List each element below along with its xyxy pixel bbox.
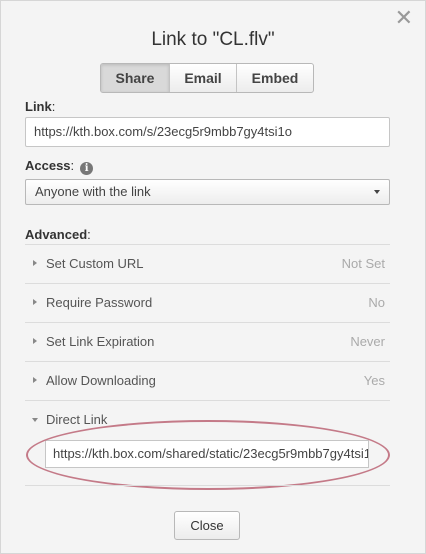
advanced-row-require-password[interactable]: Require Password No xyxy=(25,283,390,322)
row-value: Not Set xyxy=(341,256,385,271)
row-label: Allow Downloading xyxy=(46,373,156,388)
advanced-row-link-expiration[interactable]: Set Link Expiration Never xyxy=(25,322,390,361)
row-label: Require Password xyxy=(46,295,153,310)
advanced-row-custom-url[interactable]: Set Custom URL Not Set xyxy=(25,244,390,283)
tab-share[interactable]: Share xyxy=(101,64,169,92)
row-value: Never xyxy=(350,334,385,349)
collapse-triangle-icon xyxy=(32,418,38,422)
row-label: Set Custom URL xyxy=(46,256,144,271)
tab-email[interactable]: Email xyxy=(169,64,236,92)
share-tabs: Share Email Embed xyxy=(100,63,314,93)
expand-triangle-icon xyxy=(33,299,37,305)
expand-triangle-icon xyxy=(33,260,37,266)
advanced-label: Advanced: xyxy=(25,227,91,242)
caret-down-icon xyxy=(374,190,380,194)
expand-triangle-icon xyxy=(33,338,37,344)
row-label: Direct Link xyxy=(46,412,108,427)
link-url-field[interactable]: https://kth.box.com/s/23ecg5r9mbb7gy4tsi… xyxy=(25,117,390,147)
access-selected-value: Anyone with the link xyxy=(35,184,151,199)
row-value: No xyxy=(368,295,385,310)
expand-triangle-icon xyxy=(33,377,37,383)
access-label: Access: i xyxy=(25,158,94,175)
access-dropdown[interactable]: Anyone with the link xyxy=(25,179,390,205)
row-value: Yes xyxy=(363,373,385,388)
info-icon[interactable]: i xyxy=(80,162,94,175)
divider xyxy=(25,485,390,486)
tab-embed[interactable]: Embed xyxy=(236,64,313,92)
close-icon[interactable]: ✕ xyxy=(395,7,413,29)
advanced-row-direct-link[interactable]: Direct Link xyxy=(25,400,390,439)
link-label: Link: xyxy=(25,99,56,114)
direct-link-url-field[interactable]: https://kth.box.com/shared/static/23ecg5… xyxy=(45,440,369,468)
close-button[interactable]: Close xyxy=(174,511,240,540)
share-link-dialog: ✕ Link to "CL.flv" Share Email Embed Lin… xyxy=(0,0,426,554)
dialog-title: Link to "CL.flv" xyxy=(151,29,275,50)
advanced-row-allow-downloading[interactable]: Allow Downloading Yes xyxy=(25,361,390,400)
row-label: Set Link Expiration xyxy=(46,334,155,349)
